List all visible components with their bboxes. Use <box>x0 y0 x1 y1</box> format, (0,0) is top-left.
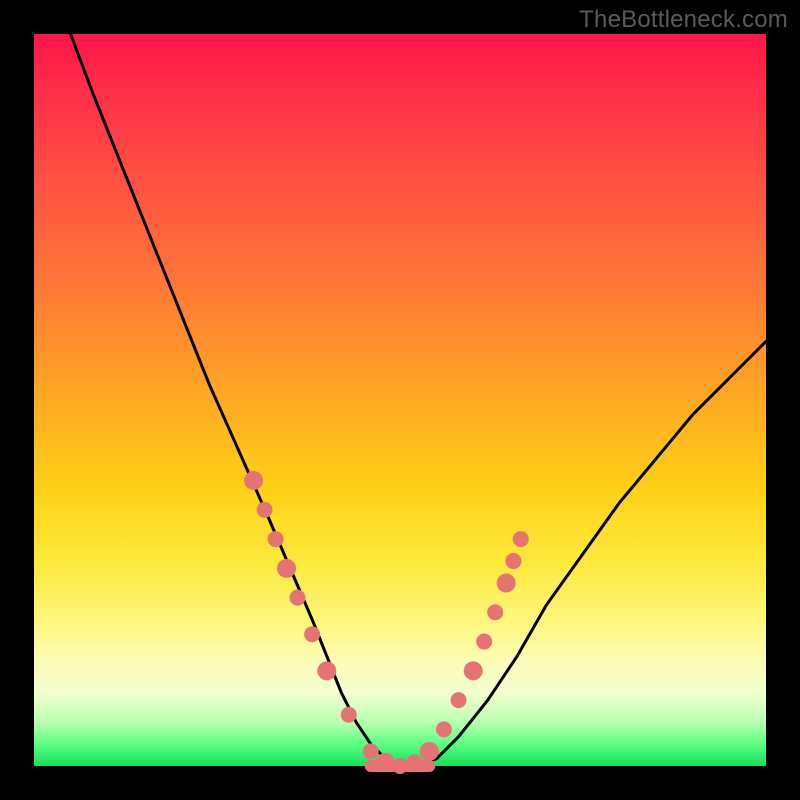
curve-markers <box>244 471 529 774</box>
chart-frame: TheBottleneck.com <box>0 0 800 800</box>
data-marker <box>317 661 336 680</box>
data-marker <box>257 502 273 518</box>
data-marker <box>392 758 408 774</box>
data-marker <box>505 553 521 569</box>
data-marker <box>304 626 320 642</box>
data-marker <box>420 742 439 761</box>
data-marker <box>451 692 467 708</box>
curve-line <box>71 34 766 766</box>
data-marker <box>341 707 357 723</box>
chart-svg <box>34 34 766 766</box>
data-marker <box>277 559 296 578</box>
data-marker <box>464 661 483 680</box>
bottleneck-curve-path <box>71 34 766 766</box>
data-marker <box>363 743 379 759</box>
watermark-text: TheBottleneck.com <box>579 6 788 34</box>
data-marker <box>476 634 492 650</box>
data-marker <box>487 604 503 620</box>
data-marker <box>290 590 306 606</box>
data-marker <box>376 753 395 772</box>
plot-area <box>34 34 766 766</box>
data-marker <box>436 721 452 737</box>
data-marker <box>244 471 263 490</box>
data-marker <box>497 574 516 593</box>
data-marker <box>513 531 529 547</box>
data-marker <box>407 754 423 770</box>
data-marker <box>268 531 284 547</box>
